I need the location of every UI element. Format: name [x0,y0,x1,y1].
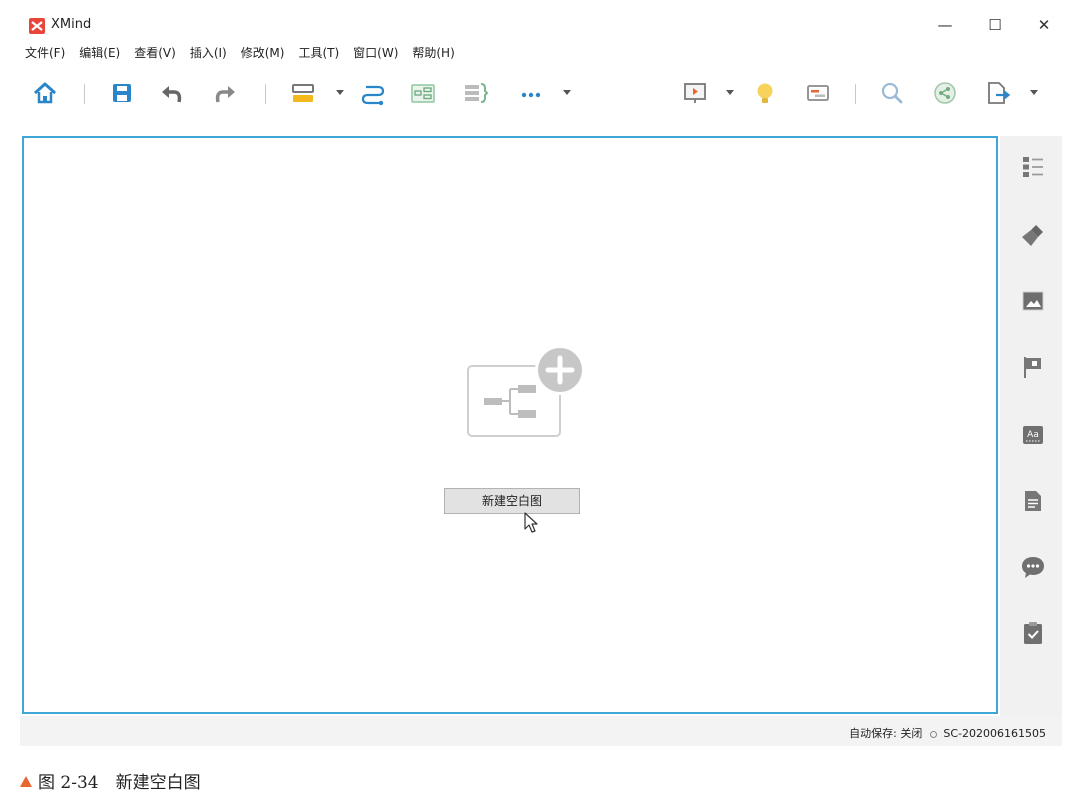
presentation-dropdown-icon[interactable] [726,90,734,95]
title-bar: XMind — ☐ ✕ [20,6,1062,40]
blank-map-template-icon [466,344,586,440]
right-side-panel: Aa [1000,136,1062,716]
figure-caption: 图 2-34 新建空白图 [20,768,201,793]
search-icon[interactable] [877,78,907,108]
image-icon[interactable] [1020,288,1046,314]
export-dropdown-icon[interactable] [1030,90,1038,95]
relationship-icon[interactable] [358,78,388,108]
menu-edit[interactable]: 编辑(E) [79,44,120,62]
menu-file[interactable]: 文件(F) [25,44,65,62]
xmind-logo-icon [29,18,45,34]
font-icon[interactable]: Aa [1020,422,1046,448]
menu-help[interactable]: 帮助(H) [412,44,454,62]
new-blank-map-button[interactable]: 新建空白图 [444,488,580,514]
status-dot-icon [930,730,938,738]
outline-icon[interactable] [1020,154,1046,180]
boundary-icon[interactable] [460,78,490,108]
topic-icon[interactable] [288,78,318,108]
idea-icon[interactable] [750,78,780,108]
export-icon[interactable] [982,78,1012,108]
file-name: SC-202006161505 [943,727,1046,740]
presentation-icon[interactable] [680,78,710,108]
save-icon[interactable] [107,78,137,108]
toolbar-separator [265,84,266,104]
home-icon[interactable] [30,78,60,108]
menu-tools[interactable]: 工具(T) [298,44,339,62]
svg-text:Aa: Aa [1027,430,1039,440]
autosave-status[interactable]: 自动保存: 关闭 [849,727,922,740]
menu-modify[interactable]: 修改(M) [241,44,285,62]
comment-icon[interactable] [1020,554,1046,580]
close-button[interactable]: ✕ [1032,14,1056,36]
window-title: XMind [51,17,92,32]
toolbar-separator [855,84,856,104]
menu-view[interactable]: 查看(V) [134,44,176,62]
undo-icon[interactable] [157,78,187,108]
redo-icon[interactable] [210,78,240,108]
app-window: XMind — ☐ ✕ 文件(F) 编辑(E) 查看(V) 插入(I) 修改(M… [20,6,1062,746]
flag-icon[interactable] [1020,354,1046,380]
more-dropdown-icon[interactable] [563,90,571,95]
topic-dropdown-icon[interactable] [336,90,344,95]
gantt-icon[interactable] [803,78,833,108]
note-icon[interactable] [1020,488,1046,514]
toolbar-separator [84,84,85,104]
summary-icon[interactable] [408,78,438,108]
caption-triangle-icon [20,776,32,787]
menu-window[interactable]: 窗口(W) [353,44,398,62]
status-bar: 自动保存: 关闭 SC-202006161505 [20,716,1062,746]
maximize-button[interactable]: ☐ [983,14,1007,36]
format-brush-icon[interactable] [1020,222,1046,248]
toolbar [20,68,1062,122]
mind-map-canvas[interactable]: 新建空白图 [22,136,998,714]
mouse-cursor-icon [524,512,540,534]
caption-text: 图 2-34 新建空白图 [38,773,201,793]
menu-insert[interactable]: 插入(I) [190,44,227,62]
share-icon[interactable] [930,78,960,108]
minimize-button[interactable]: — [933,14,957,36]
status-info: 自动保存: 关闭 SC-202006161505 [849,725,1046,741]
menu-bar: 文件(F) 编辑(E) 查看(V) 插入(I) 修改(M) 工具(T) 窗口(W… [25,44,469,62]
more-icon[interactable] [516,78,546,108]
task-icon[interactable] [1020,620,1046,646]
